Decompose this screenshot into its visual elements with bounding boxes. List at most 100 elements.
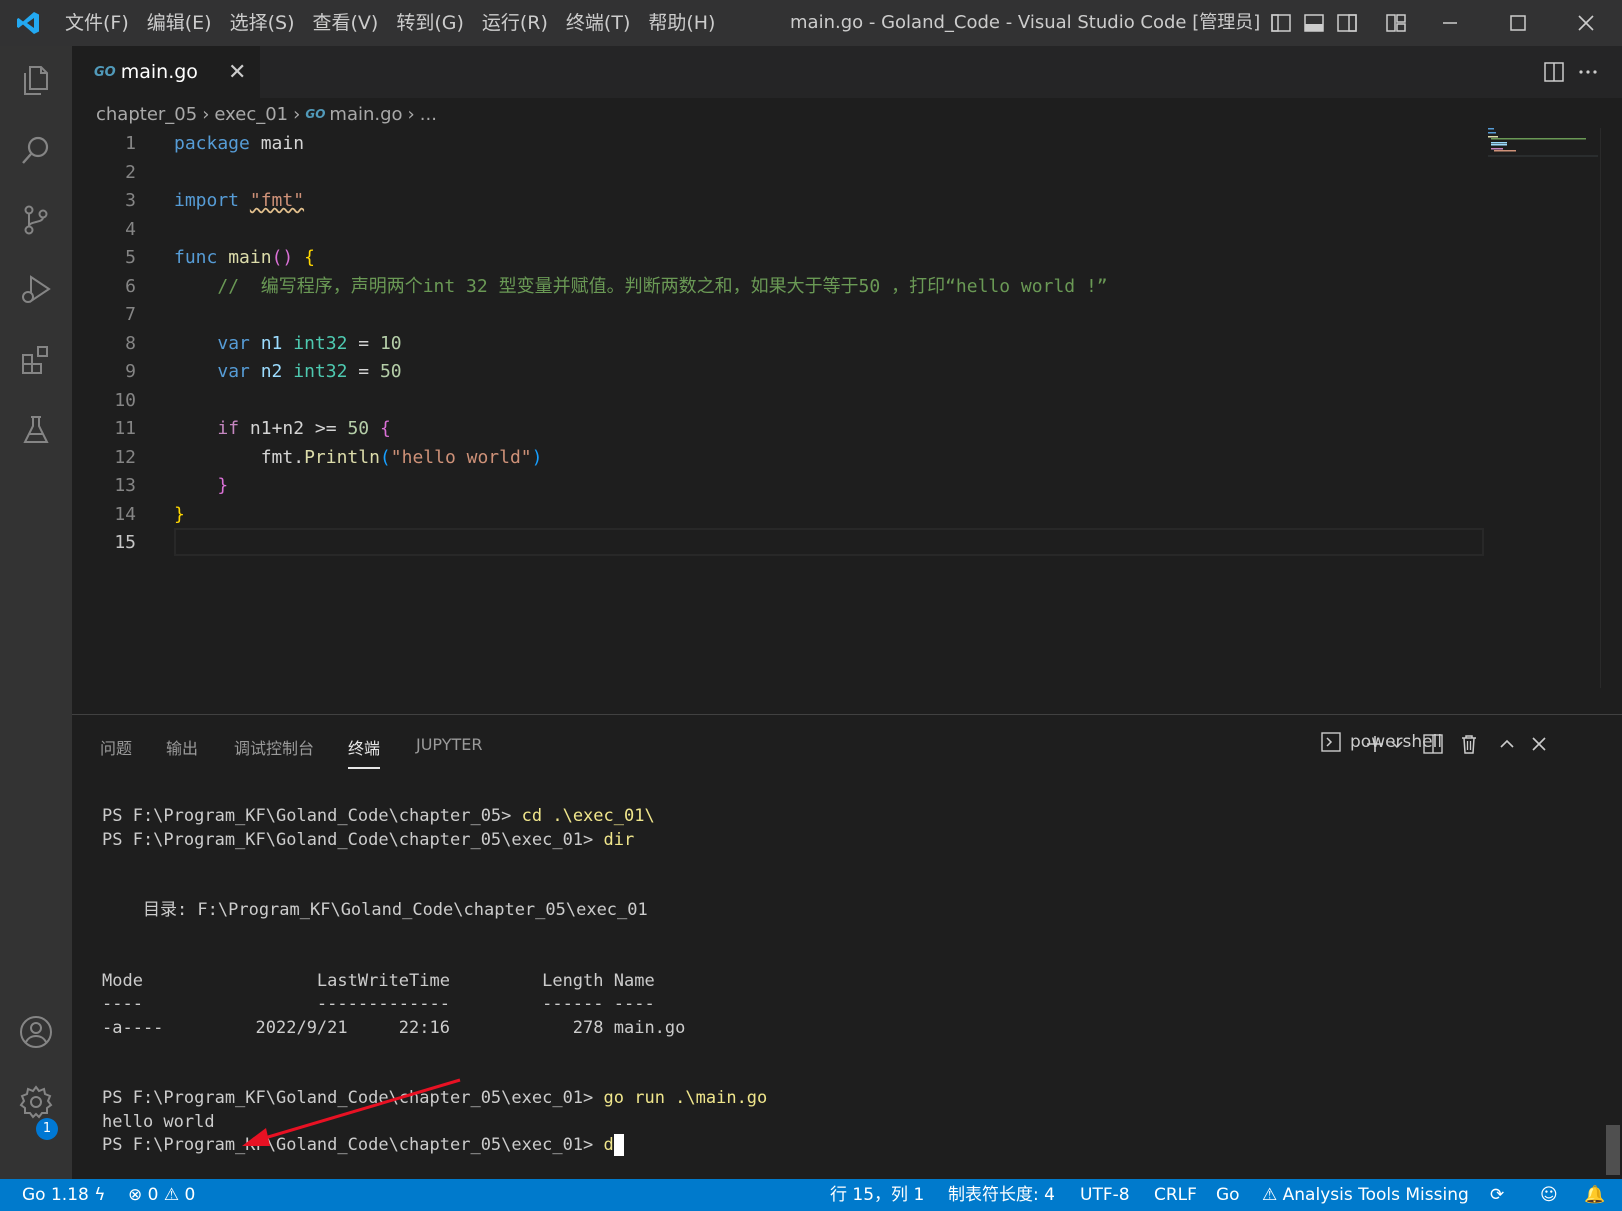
tab-debug-console[interactable]: 调试控制台 [234, 735, 314, 759]
code-editor[interactable]: 1 package main 2 3 import "fmt" 4 5 func ma… [72, 130, 1550, 558]
notifications-bell-icon[interactable]: 🔔 [1584, 1179, 1605, 1211]
tab-problems[interactable]: 问题 [100, 735, 132, 759]
breadcrumb-symbol[interactable]: ... [420, 104, 437, 125]
code-line: 10 [72, 387, 1550, 416]
line-number: 2 [125, 161, 136, 183]
paren: ( [379, 446, 391, 468]
new-terminal-icon[interactable] [1364, 733, 1386, 755]
minimize-button[interactable] [1420, 0, 1480, 46]
tab-output[interactable]: 输出 [166, 735, 198, 759]
customize-layout-icon[interactable] [1385, 12, 1407, 34]
identifier: main [260, 133, 305, 154]
menu-terminal[interactable]: 终端(T) [557, 0, 639, 46]
terminal-scrollbar[interactable] [1606, 1125, 1620, 1175]
paren: () [271, 247, 294, 268]
go-file-icon: GO [94, 64, 116, 80]
eol-status[interactable]: CRLF [1154, 1179, 1197, 1211]
terminal-icon [1321, 732, 1341, 752]
editor-tab-bar: GO main.go ✕ [72, 46, 1622, 98]
close-panel-icon[interactable] [1530, 735, 1548, 753]
go-file-icon: GO [305, 107, 326, 121]
settings-gear-icon[interactable] [16, 1082, 56, 1122]
code-line: 8 var n1 int32 = 10 [72, 330, 1550, 359]
run-debug-icon[interactable] [16, 270, 56, 310]
breadcrumb-exec[interactable]: exec_01 [214, 104, 288, 125]
search-icon[interactable] [16, 130, 56, 170]
trash-icon[interactable] [1458, 733, 1480, 755]
brace: } [217, 475, 229, 496]
language-status[interactable]: Go [1216, 1179, 1240, 1211]
code-line: 3 import "fmt" [72, 187, 1550, 216]
code-line: 12 fmt.Println("hello world") [72, 444, 1550, 473]
activity-bar: 1 [0, 46, 72, 1179]
terminal-line: -a---- 2022/9/21 22:16 278 main.go [102, 1017, 686, 1038]
menu-run[interactable]: 运行(R) [473, 0, 557, 46]
lightning-icon: ϟ [94, 1185, 106, 1205]
chevron-down-icon[interactable] [1390, 737, 1404, 751]
menu-edit[interactable]: 编辑(E) [138, 0, 221, 46]
terminal-line: 目录: F:\Program_KF\Goland_Code\chapter_05… [102, 900, 648, 920]
line-number: 5 [125, 247, 136, 268]
tab-size-status[interactable]: 制表符长度: 4 [948, 1179, 1055, 1211]
terminal-line: ---- ------------- ------ ---- [102, 994, 655, 1014]
terminal-prompt: PS F:\Program_KF\Goland_Code\chapter_05> [102, 806, 522, 826]
more-actions-icon[interactable] [1576, 60, 1600, 84]
extensions-icon[interactable] [16, 340, 56, 380]
package-ref: fmt. [260, 446, 305, 468]
operator: = [358, 332, 370, 354]
code-line: 14} [72, 501, 1550, 530]
function-name: main [228, 247, 272, 268]
line-number: 3 [125, 190, 136, 211]
terminal-command: cd .\exec_01\ [521, 806, 655, 826]
red-arrow-annotation [242, 1078, 461, 1146]
split-editor-icon[interactable] [1542, 60, 1566, 84]
maximize-button[interactable] [1488, 0, 1548, 46]
chevron-right-icon: › [202, 103, 210, 125]
breadcrumb-chapter[interactable]: chapter_05 [96, 104, 197, 125]
toggle-secondary-sidebar-icon[interactable] [1336, 12, 1358, 34]
breadcrumb-file[interactable]: main.go [329, 104, 402, 125]
tab-main-go[interactable]: GO main.go ✕ [72, 46, 260, 98]
code-line: 2 [72, 159, 1550, 188]
menu-help[interactable]: 帮助(H) [639, 0, 724, 46]
menu-go[interactable]: 转到(G) [387, 0, 473, 46]
tab-jupyter[interactable]: JUPYTER [416, 735, 483, 754]
brace: { [379, 418, 391, 439]
go-version-status[interactable]: Go 1.18 ϟ [22, 1179, 105, 1211]
brace: } [174, 503, 185, 525]
terminal-command: d [603, 1135, 614, 1155]
code-line: 9 var n2 int32 = 50 [72, 358, 1550, 387]
code-line: 7 [72, 301, 1550, 330]
split-terminal-icon[interactable] [1422, 733, 1444, 755]
editor-scrollbar[interactable] [1600, 128, 1622, 688]
string-literal: "hello world" [390, 446, 532, 468]
comment: // 编写程序，声明两个int 32 型变量并赋值。判断两数之和，如果大于等于5… [217, 275, 1108, 297]
chevron-up-icon[interactable] [1498, 735, 1516, 753]
cursor-position-status[interactable]: 行 15，列 1 [830, 1179, 924, 1211]
menu-view[interactable]: 查看(V) [304, 0, 388, 46]
feedback-icon[interactable]: ☺ [1540, 1179, 1558, 1211]
warning-icon: ⚠ [163, 1185, 180, 1205]
testing-icon[interactable] [16, 410, 56, 450]
menu-selection[interactable]: 选择(S) [221, 0, 304, 46]
keyword: package [174, 133, 250, 154]
source-control-icon[interactable] [16, 200, 56, 240]
tab-terminal[interactable]: 终端 [348, 735, 381, 769]
menu-file[interactable]: 文件(F) [56, 0, 138, 46]
sync-icon[interactable]: ⟳ [1490, 1179, 1504, 1211]
encoding-status[interactable]: UTF-8 [1080, 1179, 1130, 1211]
analysis-tools-status[interactable]: ⚠ Analysis Tools Missing [1262, 1179, 1469, 1211]
close-window-button[interactable] [1556, 0, 1616, 46]
code-line: 5 func main() { [72, 244, 1550, 273]
toggle-primary-sidebar-icon[interactable] [1270, 12, 1292, 34]
chevron-right-icon: › [293, 103, 301, 125]
tab-close-icon[interactable]: ✕ [228, 60, 246, 85]
line-number: 13 [114, 475, 136, 496]
status-bar: Go 1.18 ϟ ⊗ 0 ⚠ 0 行 15，列 1 制表符长度: 4 UTF-… [0, 1179, 1622, 1211]
minimap[interactable] [1488, 128, 1598, 160]
account-icon[interactable] [16, 1012, 56, 1052]
explorer-icon[interactable] [16, 60, 56, 100]
problems-status[interactable]: ⊗ 0 ⚠ 0 [128, 1179, 195, 1211]
toggle-panel-icon[interactable] [1303, 12, 1325, 34]
code-line: 1 package main [72, 130, 1550, 159]
